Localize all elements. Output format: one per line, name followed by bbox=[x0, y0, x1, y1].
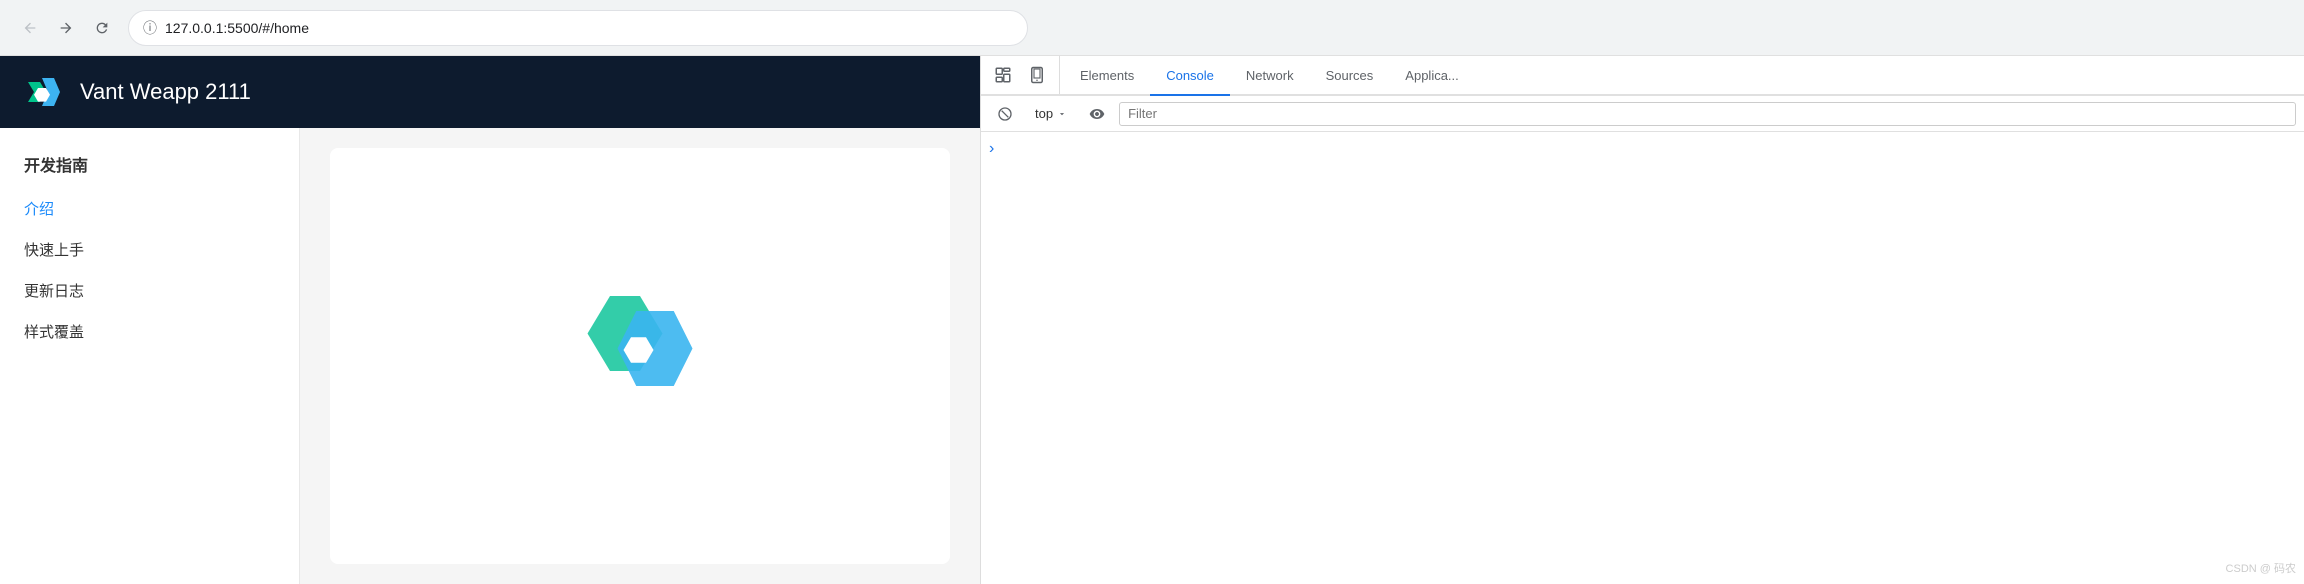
tab-network[interactable]: Network bbox=[1230, 56, 1310, 94]
tab-application[interactable]: Applica... bbox=[1389, 56, 1474, 94]
chevron-down-icon bbox=[1057, 109, 1067, 119]
page-content bbox=[300, 128, 980, 584]
device-toolbar-button[interactable] bbox=[1021, 59, 1053, 91]
tab-elements[interactable]: Elements bbox=[1064, 56, 1150, 94]
sidebar-item-quickstart[interactable]: 快速上手 bbox=[0, 229, 299, 270]
sidebar-item-intro[interactable]: 介绍 bbox=[0, 188, 299, 229]
watermark: CSDN @ 码农 bbox=[2226, 560, 2296, 576]
sidebar-item-changelog[interactable]: 更新日志 bbox=[0, 270, 299, 311]
app-title: Vant Weapp 2111 bbox=[80, 79, 251, 105]
browser-chrome: ⓘ 127.0.0.1:5500/#/home bbox=[0, 0, 2304, 56]
eye-icon bbox=[1089, 106, 1105, 122]
reload-button[interactable] bbox=[88, 14, 116, 42]
website-area: Vant Weapp 2111 开发指南 介绍 快速上手 更新日志 样式覆盖 bbox=[0, 56, 980, 584]
sidebar: 开发指南 介绍 快速上手 更新日志 样式覆盖 bbox=[0, 128, 300, 584]
inspect-element-button[interactable] bbox=[987, 59, 1019, 91]
console-content: › bbox=[981, 132, 2304, 584]
clear-console-button[interactable] bbox=[989, 98, 1021, 130]
app-header: Vant Weapp 2111 bbox=[0, 56, 980, 128]
back-button[interactable] bbox=[16, 14, 44, 42]
devtools-tabs: Elements Console Network Sources Applica… bbox=[981, 56, 2304, 96]
custom-formatters-button[interactable] bbox=[1081, 98, 1113, 130]
security-icon: ⓘ bbox=[143, 18, 157, 38]
devtools-panel: Elements Console Network Sources Applica… bbox=[980, 56, 2304, 584]
address-bar[interactable]: ⓘ 127.0.0.1:5500/#/home bbox=[128, 10, 1028, 46]
console-toolbar: top bbox=[981, 96, 2304, 132]
console-prompt: › bbox=[989, 140, 2296, 158]
main-area: Vant Weapp 2111 开发指南 介绍 快速上手 更新日志 样式覆盖 bbox=[0, 56, 2304, 584]
website-body: 开发指南 介绍 快速上手 更新日志 样式覆盖 bbox=[0, 128, 980, 584]
sidebar-section-title: 开发指南 bbox=[0, 152, 299, 188]
filter-input[interactable] bbox=[1119, 102, 2296, 126]
context-selector[interactable]: top bbox=[1027, 102, 1075, 125]
sidebar-item-style[interactable]: 样式覆盖 bbox=[0, 311, 299, 352]
vant-logo-large bbox=[565, 281, 715, 431]
forward-button[interactable] bbox=[52, 14, 80, 42]
content-card bbox=[330, 148, 950, 564]
url-text: 127.0.0.1:5500/#/home bbox=[165, 20, 1013, 36]
console-chevron: › bbox=[989, 140, 994, 158]
tab-sources[interactable]: Sources bbox=[1310, 56, 1390, 94]
nav-buttons bbox=[16, 14, 116, 42]
app-logo-icon bbox=[24, 72, 64, 112]
context-label: top bbox=[1035, 106, 1053, 121]
tab-console[interactable]: Console bbox=[1150, 56, 1230, 94]
